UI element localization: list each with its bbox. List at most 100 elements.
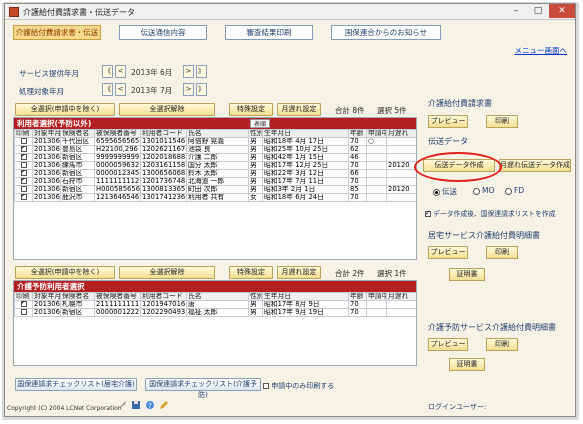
auto-print-option[interactable]: データ作成後、国保連請求リストを作成: [425, 208, 556, 218]
grid2-col-header[interactable]: 生年月日: [262, 292, 349, 301]
process-prev-month-button[interactable]: <: [115, 83, 126, 96]
claim-preview-button[interactable]: プレビュー: [428, 115, 468, 128]
row-print-checkbox[interactable]: [20, 138, 27, 144]
home-preview-button[interactable]: プレビュー: [428, 246, 468, 259]
radio-fd[interactable]: FD: [505, 186, 524, 195]
row-print-checkbox[interactable]: [20, 178, 27, 184]
grid2-col-header[interactable]: 保険者名: [60, 292, 95, 301]
row-print-checkbox[interactable]: [20, 146, 27, 152]
grid1-col-header[interactable]: 対象年月: [32, 129, 61, 138]
grid1-col-header[interactable]: 被保険者番号: [94, 129, 141, 138]
row-print-checkbox[interactable]: [20, 194, 27, 200]
process-next-month-button[interactable]: >: [183, 83, 194, 96]
process-next-year-button[interactable]: 》: [196, 83, 207, 96]
radio-fd-dot[interactable]: [505, 187, 512, 195]
grid2-col-header[interactable]: 申請中: [366, 292, 387, 301]
prevention-special-settings-button[interactable]: 特殊設定: [229, 266, 273, 279]
help-icon[interactable]: ?: [145, 400, 155, 410]
tab-notice[interactable]: 国保連合からのお知らせ: [331, 25, 441, 40]
row-print-checkbox[interactable]: [20, 170, 27, 176]
table-row[interactable]: 201306 練馬市 0000059632 1203161158 国分 太郎男昭和17年…: [14, 161, 416, 170]
grid2-col-header[interactable]: 印刷: [14, 292, 33, 301]
deselect-all-button[interactable]: 全選択解除: [119, 103, 215, 116]
grid2-col-header[interactable]: 利用者コード: [140, 292, 187, 301]
grid1-col-header[interactable]: 保険者名: [60, 129, 95, 138]
grid1-col-header[interactable]: 利用者コード: [140, 129, 187, 138]
prevention-select-all-button[interactable]: 全選択(申請中を除く): [15, 266, 115, 279]
row-print-checkbox[interactable]: [20, 301, 27, 307]
cell-ym: 201306: [32, 300, 61, 309]
table-row[interactable]: 201306 千代田区 6595656565 1301011546 阿倍野 晃義男昭和1…: [14, 137, 416, 146]
service-next-month-button[interactable]: >: [183, 65, 194, 78]
service-prev-year-button[interactable]: 《: [102, 65, 113, 78]
row-print-cell: [14, 300, 33, 309]
grid1-col-header[interactable]: 申請中: [366, 129, 387, 138]
prevention-print-button[interactable]: 印刷: [486, 338, 518, 351]
row-print-checkbox[interactable]: [20, 154, 27, 160]
table-row[interactable]: 201306鹿沢市12136465461301741236利用者 共有女昭和18…: [14, 193, 416, 202]
table-row[interactable]: 201306 新宿区 H000585656 1300813365 町田 次郎男昭和3年 …: [14, 185, 416, 194]
cell-birth: 昭和18年 6月 24日: [262, 193, 349, 202]
prevention-deselect-all-button[interactable]: 全選択解除: [119, 266, 215, 279]
table-row[interactable]: 201306豊島区H22100,2961202621167池袋 良男昭和25年 …: [14, 145, 416, 154]
grid1-header-row: 印刷 対象年月 保険者名 被保険者番号 利用者コード 氏名 性別 生年月日 年齢 申請中 月遅れ: [14, 129, 416, 138]
grid1-col-header[interactable]: 生年月日: [262, 129, 349, 138]
cell-name: 鈴木 太郎: [186, 169, 249, 178]
row-print-checkbox[interactable]: [20, 186, 27, 192]
prevention-late-settings-button[interactable]: 月遅れ設定: [277, 266, 321, 279]
close-button[interactable]: ✕: [549, 4, 575, 18]
process-prev-year-button[interactable]: 《: [102, 83, 113, 96]
checklist-home-button[interactable]: 国保連請求チェックリスト(居宅介護): [15, 378, 137, 391]
pending-only-checkbox[interactable]: [263, 383, 269, 389]
radio-transfer[interactable]: 伝送: [433, 186, 457, 197]
floppy-icon[interactable]: [131, 400, 141, 410]
cell-insurer: 豊島区: [60, 145, 95, 154]
service-next-year-button[interactable]: 》: [196, 65, 207, 78]
home-certificate-button[interactable]: 証明書: [449, 268, 485, 281]
tab-claim-transfer[interactable]: 介護給付費請求書・伝送: [13, 25, 101, 40]
auto-print-checkbox[interactable]: [425, 209, 431, 217]
late-settings-button[interactable]: 月遅れ設定: [277, 103, 321, 116]
grid1-col-header[interactable]: 性別: [248, 129, 263, 138]
tab-transfer-contents[interactable]: 伝送通信内容: [119, 25, 207, 40]
tool-icon[interactable]: [117, 400, 127, 410]
service-prev-month-button[interactable]: <: [115, 65, 126, 78]
grid2-col-header[interactable]: 氏名: [186, 292, 249, 301]
grid1-col-header[interactable]: 月遅れ: [386, 129, 416, 138]
grid2-col-header[interactable]: 被保険者番号: [94, 292, 141, 301]
table-row[interactable]: 201306石狩市11111111121201736748北海道 一郎男昭和17…: [14, 177, 416, 186]
grid2-col-header[interactable]: 性別: [248, 292, 263, 301]
radio-mo[interactable]: MO: [473, 186, 494, 195]
table-row[interactable]: 201306 新宿区 0000001222 1202290493 福祉 太郎男昭和17年…: [14, 308, 416, 317]
radio-transfer-dot[interactable]: [433, 188, 440, 196]
grid1-col-header[interactable]: 氏名: [186, 129, 249, 138]
checklist-prevention-button[interactable]: 国保連請求チェックリスト(介護予防): [145, 378, 261, 399]
cell-number: 1111111112: [94, 177, 141, 186]
prevention-preview-button[interactable]: プレビュー: [428, 338, 468, 351]
select-all-button[interactable]: 全選択(申請中を除く): [15, 103, 115, 116]
pending-only-print[interactable]: 申請中のみ印刷する: [263, 381, 334, 391]
table-row[interactable]: 201306新宿区99999999991202018688介護 二郎男昭和42年…: [14, 153, 416, 162]
grid2-col-header[interactable]: 月遅れ: [386, 292, 416, 301]
grid2-col-header[interactable]: 年齢: [348, 292, 367, 301]
create-late-transfer-data-button[interactable]: 月遅れ伝送データ作成: [499, 159, 571, 172]
maximize-button[interactable]: □: [527, 4, 549, 18]
grid1-col-header[interactable]: 年齢: [348, 129, 367, 138]
special-settings-button[interactable]: 特殊設定: [229, 103, 273, 116]
prevention-certificate-button[interactable]: 証明書: [449, 358, 485, 371]
create-transfer-data-button[interactable]: 伝送データ作成: [423, 159, 495, 172]
row-print-checkbox[interactable]: [20, 309, 27, 315]
grid2-col-header[interactable]: 対象年月: [32, 292, 61, 301]
radio-mo-dot[interactable]: [473, 187, 480, 195]
grid1-sort-tag[interactable]: 表順: [250, 119, 271, 128]
row-print-checkbox[interactable]: [20, 162, 27, 168]
table-row[interactable]: 201306新宿区00000123451300656068鈴木 太郎男昭和22年…: [14, 169, 416, 178]
menu-link[interactable]: メニュー画面へ: [515, 45, 568, 56]
claim-print-button[interactable]: 印刷: [486, 115, 518, 128]
home-print-button[interactable]: 印刷: [486, 246, 518, 259]
minimize-button[interactable]: –: [505, 4, 527, 18]
table-row[interactable]: 201306札幌市21111111111201947016唐男昭和17年 8月 …: [14, 300, 416, 309]
grid1-col-header[interactable]: 印刷: [14, 129, 33, 138]
pencil-icon[interactable]: [159, 400, 169, 410]
tab-review-print[interactable]: 審査結果印刷: [225, 25, 313, 40]
